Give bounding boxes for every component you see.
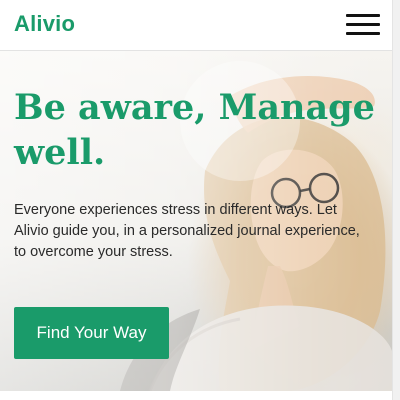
page-scrollbar[interactable] (392, 0, 400, 400)
menu-bar-line (346, 14, 380, 17)
menu-bar-line (346, 32, 380, 35)
hamburger-menu-icon[interactable] (346, 14, 380, 36)
menu-bar-line (346, 23, 380, 26)
hero-section: Be aware, Manage well. Everyone experien… (0, 51, 392, 391)
brand-logo[interactable]: Alivio (14, 11, 75, 37)
top-navbar: Alivio (0, 0, 392, 51)
find-your-way-button[interactable]: Find Your Way (14, 307, 169, 359)
hero-description: Everyone experiences stress in different… (14, 202, 360, 260)
hero-headline: Be aware, Manage well. (14, 87, 375, 173)
